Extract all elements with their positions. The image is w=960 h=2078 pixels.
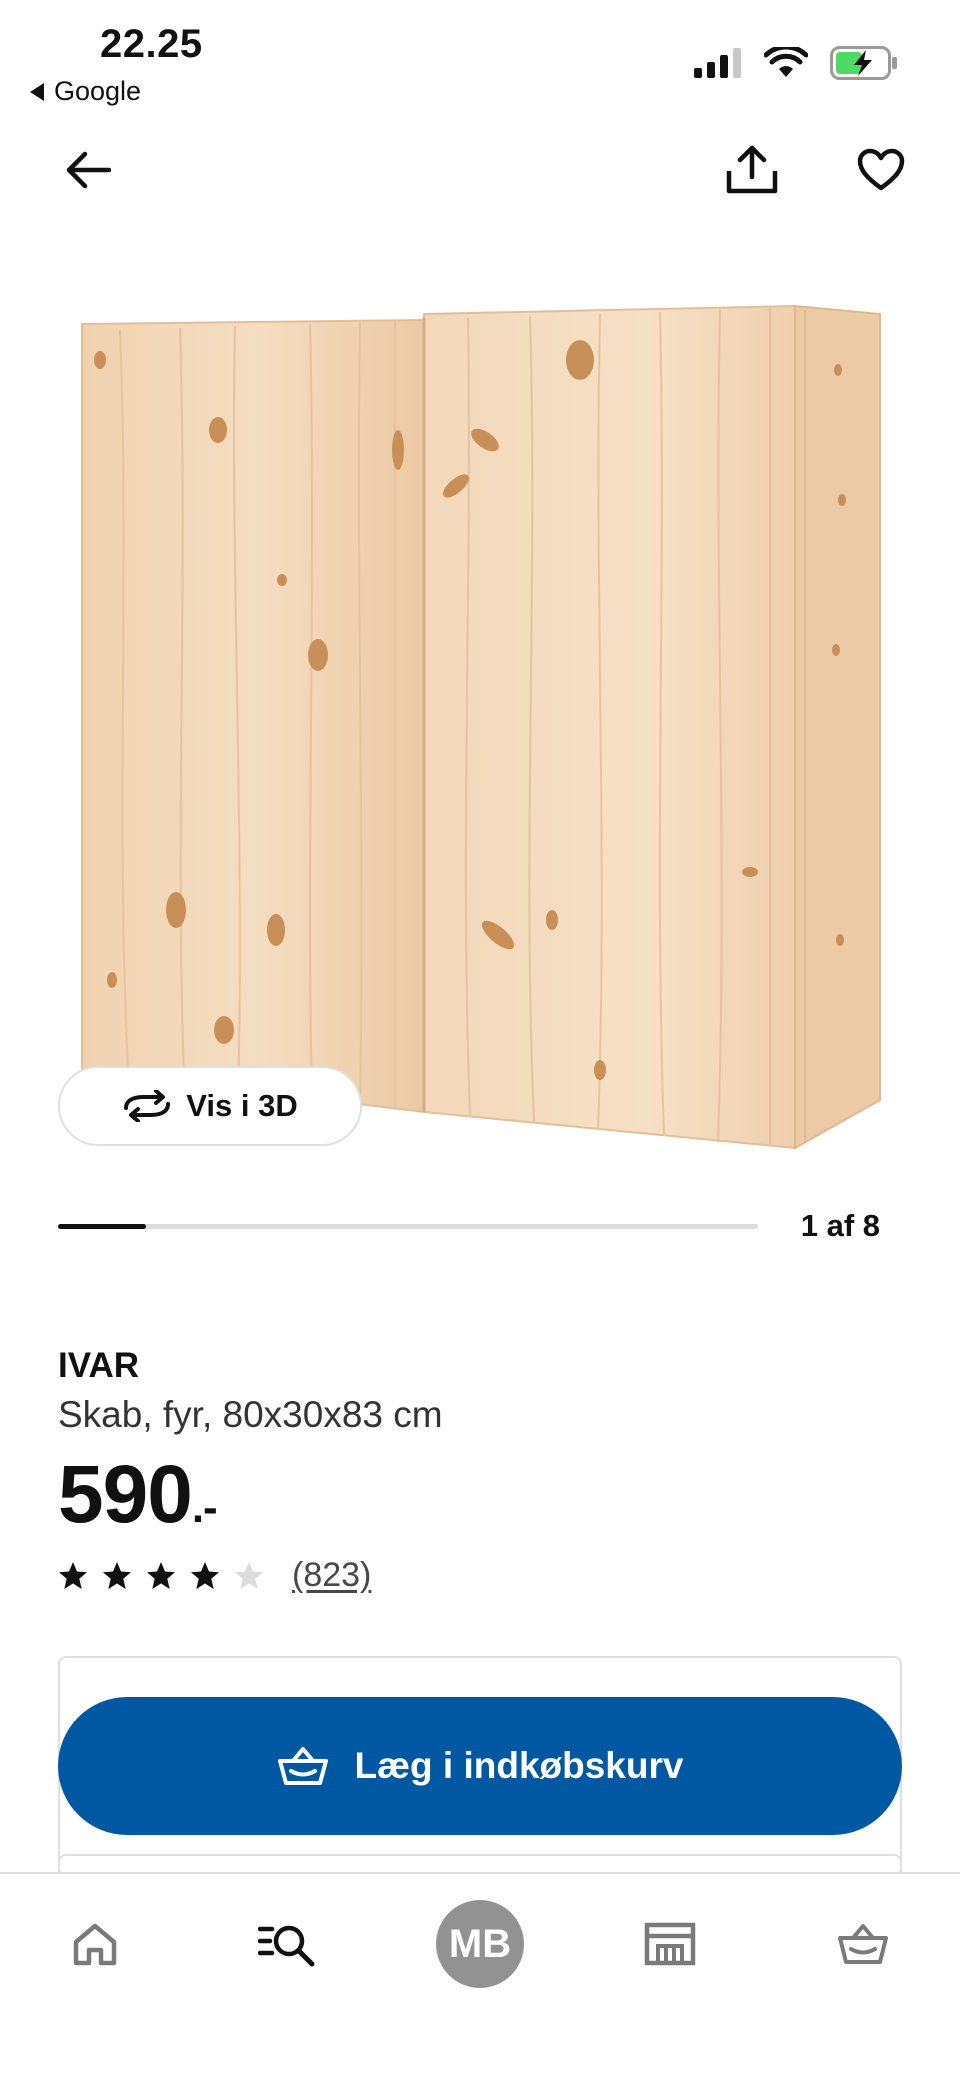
star-empty-icon [235,1562,263,1589]
tab-home[interactable] [45,1894,145,1994]
back-to-app-link[interactable]: Google [30,76,141,107]
star-filled-icon [191,1562,219,1589]
arrow-left-icon [66,151,111,189]
product-image[interactable] [60,290,890,1160]
gallery-progress-fill [58,1224,146,1229]
battery-charging-icon [830,46,897,80]
rating-stars [58,1561,264,1590]
back-triangle-icon [30,82,44,101]
status-time: 22.25 [100,22,203,66]
share-button[interactable] [722,140,782,200]
product-rating[interactable]: (823) [58,1556,371,1595]
add-to-cart-button[interactable]: Læg i indkøbskurv [58,1697,902,1835]
price-suffix: .- [191,1483,218,1532]
favorite-button[interactable] [851,140,911,200]
search-icon [258,1925,315,1967]
signal-icon [694,48,741,78]
star-filled-icon [147,1562,175,1589]
product-description: Skab, fyr, 80x30x83 cm [58,1394,443,1435]
heart-icon [857,148,905,191]
back-app-label: Google [54,76,142,106]
rotate-3d-icon [124,1090,171,1122]
status-icons [694,46,898,80]
basket-icon [277,1747,328,1785]
view-3d-button[interactable]: Vis i 3D [58,1066,362,1146]
home-icon [73,1923,117,1966]
gallery-position: 1 af 8 [800,1208,880,1243]
tab-search[interactable] [237,1894,337,1994]
gallery-progress [58,1224,758,1229]
tab-profile[interactable]: MB [430,1894,530,1994]
tab-store[interactable] [620,1894,720,1994]
bottom-tab-bar: MB [0,1872,960,2078]
share-icon [726,145,778,194]
tab-basket[interactable] [813,1894,913,1994]
add-to-cart-label: Læg i indkøbskurv [354,1745,684,1786]
view-3d-label: Vis i 3D [186,1088,298,1123]
wifi-icon [764,47,808,77]
price-value: 590 [58,1449,193,1540]
product-name: IVAR [58,1346,140,1385]
back-button[interactable] [58,140,118,200]
store-icon [644,1922,696,1966]
basket-icon [838,1924,888,1964]
star-filled-icon [59,1562,87,1589]
review-count-link[interactable]: (823) [292,1556,371,1595]
product-price: 590.- [58,1448,218,1542]
avatar: MB [436,1900,524,1988]
star-filled-icon [103,1562,131,1589]
